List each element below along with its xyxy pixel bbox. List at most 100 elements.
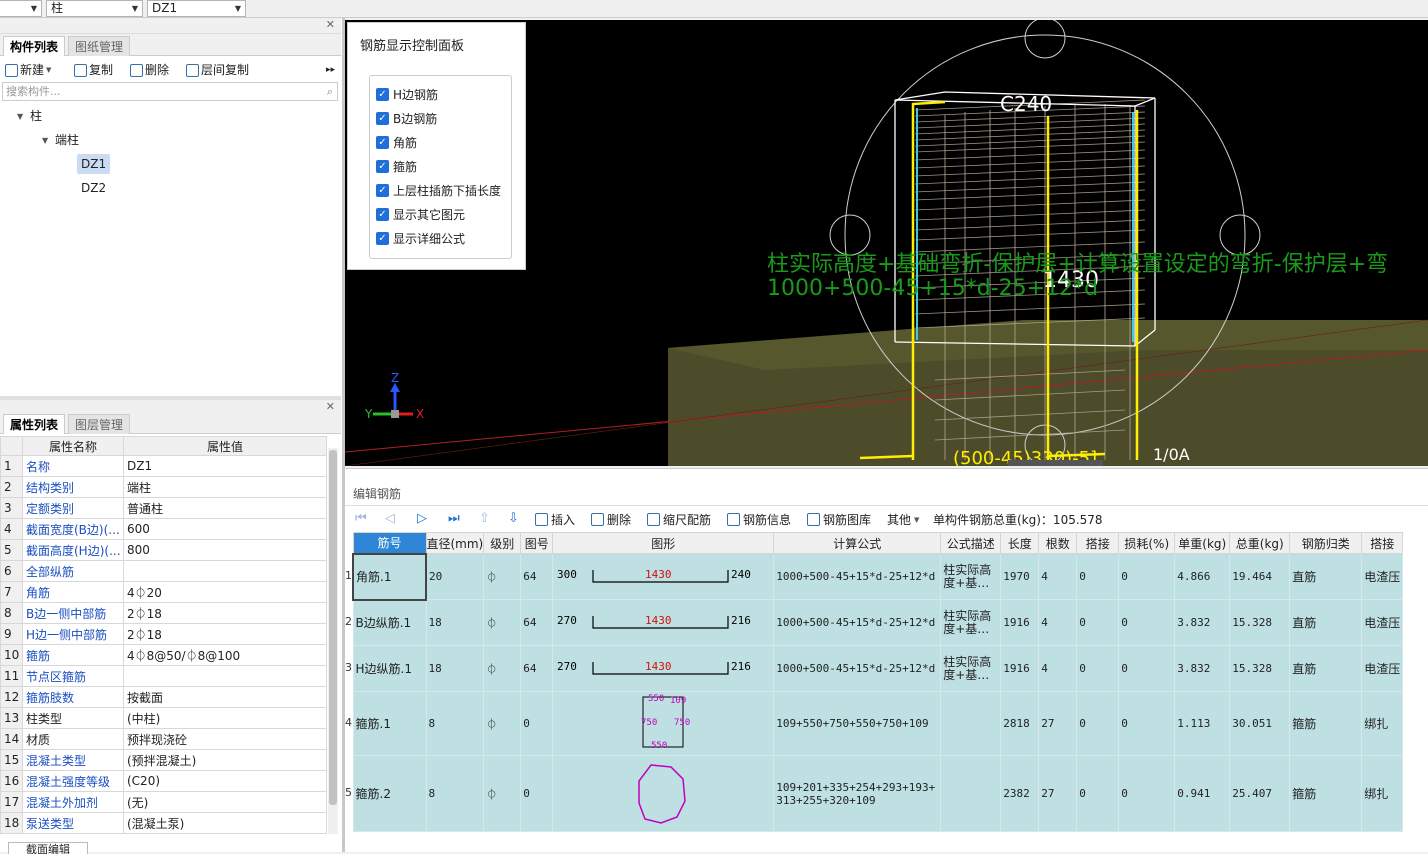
rebar-column-header[interactable]: 筋号 — [352, 532, 427, 554]
rebar-formula[interactable]: 109+201+335+254+293+193+313+255+320+109 — [773, 755, 942, 832]
floor-select[interactable]: ▼ — [0, 0, 42, 17]
tab-component-list[interactable]: 构件列表 — [3, 36, 66, 56]
rebar-row[interactable]: 箍筋.1 8 ⏀ 0 550 109 750 750 550 109+550+750+550+75… — [352, 691, 1404, 756]
rebar-diameter[interactable]: 18 — [425, 645, 485, 692]
rebar-length[interactable]: 1916 — [1000, 645, 1040, 692]
rebar-total-weight[interactable]: 30.051 — [1229, 691, 1291, 756]
rebar-diameter[interactable]: 8 — [425, 691, 485, 756]
copy-button[interactable]: 复制 — [74, 61, 113, 79]
property-value[interactable]: (C20) — [123, 770, 327, 792]
property-value[interactable]: 预拌现浇砼 — [123, 728, 327, 750]
rebar-loss[interactable]: 0 — [1118, 645, 1176, 692]
property-value[interactable]: 2⏀18 — [123, 623, 327, 645]
rebar-length[interactable]: 1916 — [1000, 599, 1040, 646]
property-row[interactable]: 1 名称 DZ1 — [0, 455, 327, 477]
rebar-lap[interactable]: 0 — [1076, 599, 1120, 646]
tree-root[interactable]: 柱 — [30, 106, 42, 126]
viewport-hscroll[interactable] — [1008, 460, 1103, 466]
expand-icon[interactable]: ▼ — [42, 136, 48, 145]
checkbox-b-rebar[interactable]: ✓ B边钢筋 — [376, 108, 437, 128]
move-down-icon[interactable]: ⇩ — [508, 511, 519, 526]
property-value[interactable]: 4⏀8@50/⏀8@100 — [123, 644, 327, 666]
rebar-lap[interactable]: 0 — [1076, 645, 1120, 692]
rebar-diameter[interactable]: 20 — [425, 553, 485, 600]
checkbox-corner-rebar[interactable]: ✓ 角筋 — [376, 132, 417, 152]
rebar-column-header[interactable]: 级别 — [483, 532, 522, 554]
rebar-unit-weight[interactable]: 1.113 — [1174, 691, 1231, 756]
rebar-category[interactable]: 直筋 — [1289, 645, 1363, 692]
move-up-icon[interactable]: ⇧ — [479, 511, 490, 526]
rebar-column-header[interactable]: 长度 — [1000, 532, 1040, 554]
property-value[interactable]: (预拌混凝土) — [123, 749, 327, 771]
search-input[interactable]: 搜索构件... ⌕ — [2, 82, 338, 101]
checkbox-detail-formula[interactable]: ✓ 显示详细公式 — [376, 228, 465, 248]
rebar-grade[interactable]: ⏀ — [483, 553, 522, 600]
property-value[interactable]: 800 — [123, 539, 327, 561]
property-row[interactable]: 6 全部纵筋 — [0, 560, 327, 582]
expand-icon[interactable]: ▼ — [17, 112, 23, 121]
rebar-lap-type[interactable]: 电渣压 — [1361, 553, 1404, 600]
rebar-total-weight[interactable]: 15.328 — [1229, 599, 1291, 646]
rebar-formula[interactable]: 1000+500-45+15*d-25+12*d — [773, 599, 942, 646]
checkbox-stirrup[interactable]: ✓ 箍筋 — [376, 156, 417, 176]
rebar-formula[interactable]: 109+550+750+550+750+109 — [773, 691, 942, 756]
rebar-row[interactable]: H边纵筋.1 18 ⏀ 64 270 1430 216 1000+500-45+15*d-25… — [352, 645, 1404, 692]
rebar-category[interactable]: 直筋 — [1289, 599, 1363, 646]
rebar-lap-type[interactable]: 绑扎 — [1361, 691, 1404, 756]
rebar-length[interactable]: 1970 — [1000, 553, 1040, 600]
rebar-column-header[interactable]: 总重(kg) — [1229, 532, 1291, 554]
rebar-column-header[interactable]: 根数 — [1038, 532, 1078, 554]
property-value[interactable]: (混凝土泵) — [123, 812, 327, 834]
rebar-figure[interactable]: 270 1430 216 — [552, 599, 775, 646]
first-icon[interactable]: ⏮ — [355, 511, 367, 526]
rebar-figure-no[interactable]: 64 — [520, 645, 554, 692]
property-value[interactable] — [123, 560, 327, 582]
checkbox-upper-dowel[interactable]: ✓ 上层柱插筋下插长度 — [376, 180, 501, 200]
rebar-count[interactable]: 4 — [1038, 599, 1078, 646]
section-edit-button[interactable]: 截面编辑 — [8, 842, 88, 854]
floor-copy-button[interactable]: 层间复制 — [186, 61, 249, 79]
property-row[interactable]: 16 混凝土强度等级 (C20) — [0, 770, 327, 792]
rebar-formula-desc[interactable] — [940, 755, 1002, 832]
tree-group[interactable]: 端柱 — [55, 130, 79, 150]
prev-icon[interactable]: ◁ — [385, 511, 395, 526]
property-row[interactable]: 5 截面高度(H边)(... 800 — [0, 539, 327, 561]
rebar-name[interactable]: H边纵筋.1 — [352, 645, 427, 692]
last-icon[interactable]: ⏭ — [448, 511, 460, 526]
rebar-count[interactable]: 27 — [1038, 691, 1078, 756]
rebar-count[interactable]: 27 — [1038, 755, 1078, 832]
rebar-row[interactable]: 角筋.1 20 ⏀ 64 300 1430 240 1000+500-45+15*d-25+1… — [352, 552, 1404, 601]
rebar-formula-desc[interactable]: 柱实际高度+基… — [940, 645, 1002, 692]
rebar-formula-desc[interactable] — [940, 691, 1002, 756]
property-row[interactable]: 4 截面宽度(B边)(... 600 — [0, 518, 327, 540]
delete-button[interactable]: 删除 — [130, 61, 169, 79]
property-row[interactable]: 17 混凝土外加剂 (无) — [0, 791, 327, 813]
rebar-name[interactable]: 箍筋.2 — [352, 755, 427, 832]
rebar-loss[interactable]: 0 — [1118, 691, 1176, 756]
rebar-figure[interactable]: 300 1430 240 — [552, 553, 775, 600]
property-value[interactable]: (无) — [123, 791, 327, 813]
rebar-figure-no[interactable]: 64 — [520, 553, 554, 600]
rebar-diameter[interactable]: 8 — [425, 755, 485, 832]
property-row[interactable]: 8 B边一侧中部筋 2⏀18 — [0, 602, 327, 624]
checkbox-other-elements[interactable]: ✓ 显示其它图元 — [376, 204, 465, 224]
rebar-formula[interactable]: 1000+500-45+15*d-25+12*d — [773, 645, 942, 692]
property-value[interactable]: 普通柱 — [123, 497, 327, 519]
rebar-total-weight[interactable]: 25.407 — [1229, 755, 1291, 832]
rebar-total-weight[interactable]: 19.464 — [1229, 553, 1291, 600]
rebar-category[interactable]: 直筋 — [1289, 553, 1363, 600]
property-row[interactable]: 13 柱类型 (中柱) — [0, 707, 327, 729]
property-value[interactable]: 按截面 — [123, 686, 327, 708]
property-row[interactable]: 15 混凝土类型 (预拌混凝土) — [0, 749, 327, 771]
rebar-length[interactable]: 2382 — [1000, 755, 1040, 832]
rebar-formula[interactable]: 1000+500-45+15*d-25+12*d — [773, 553, 942, 600]
rebar-lap[interactable]: 0 — [1076, 755, 1120, 832]
type-select[interactable]: 柱 ▼ — [46, 0, 143, 17]
rebar-figure-no[interactable]: 64 — [520, 599, 554, 646]
rebar-name[interactable]: 箍筋.1 — [352, 691, 427, 756]
rebar-grade[interactable]: ⏀ — [483, 755, 522, 832]
property-row[interactable]: 2 结构类别 端柱 — [0, 476, 327, 498]
rebar-formula-desc[interactable]: 柱实际高度+基… — [940, 553, 1002, 600]
rebar-figure-no[interactable]: 0 — [520, 755, 554, 832]
property-row[interactable]: 14 材质 预拌现浇砼 — [0, 728, 327, 750]
